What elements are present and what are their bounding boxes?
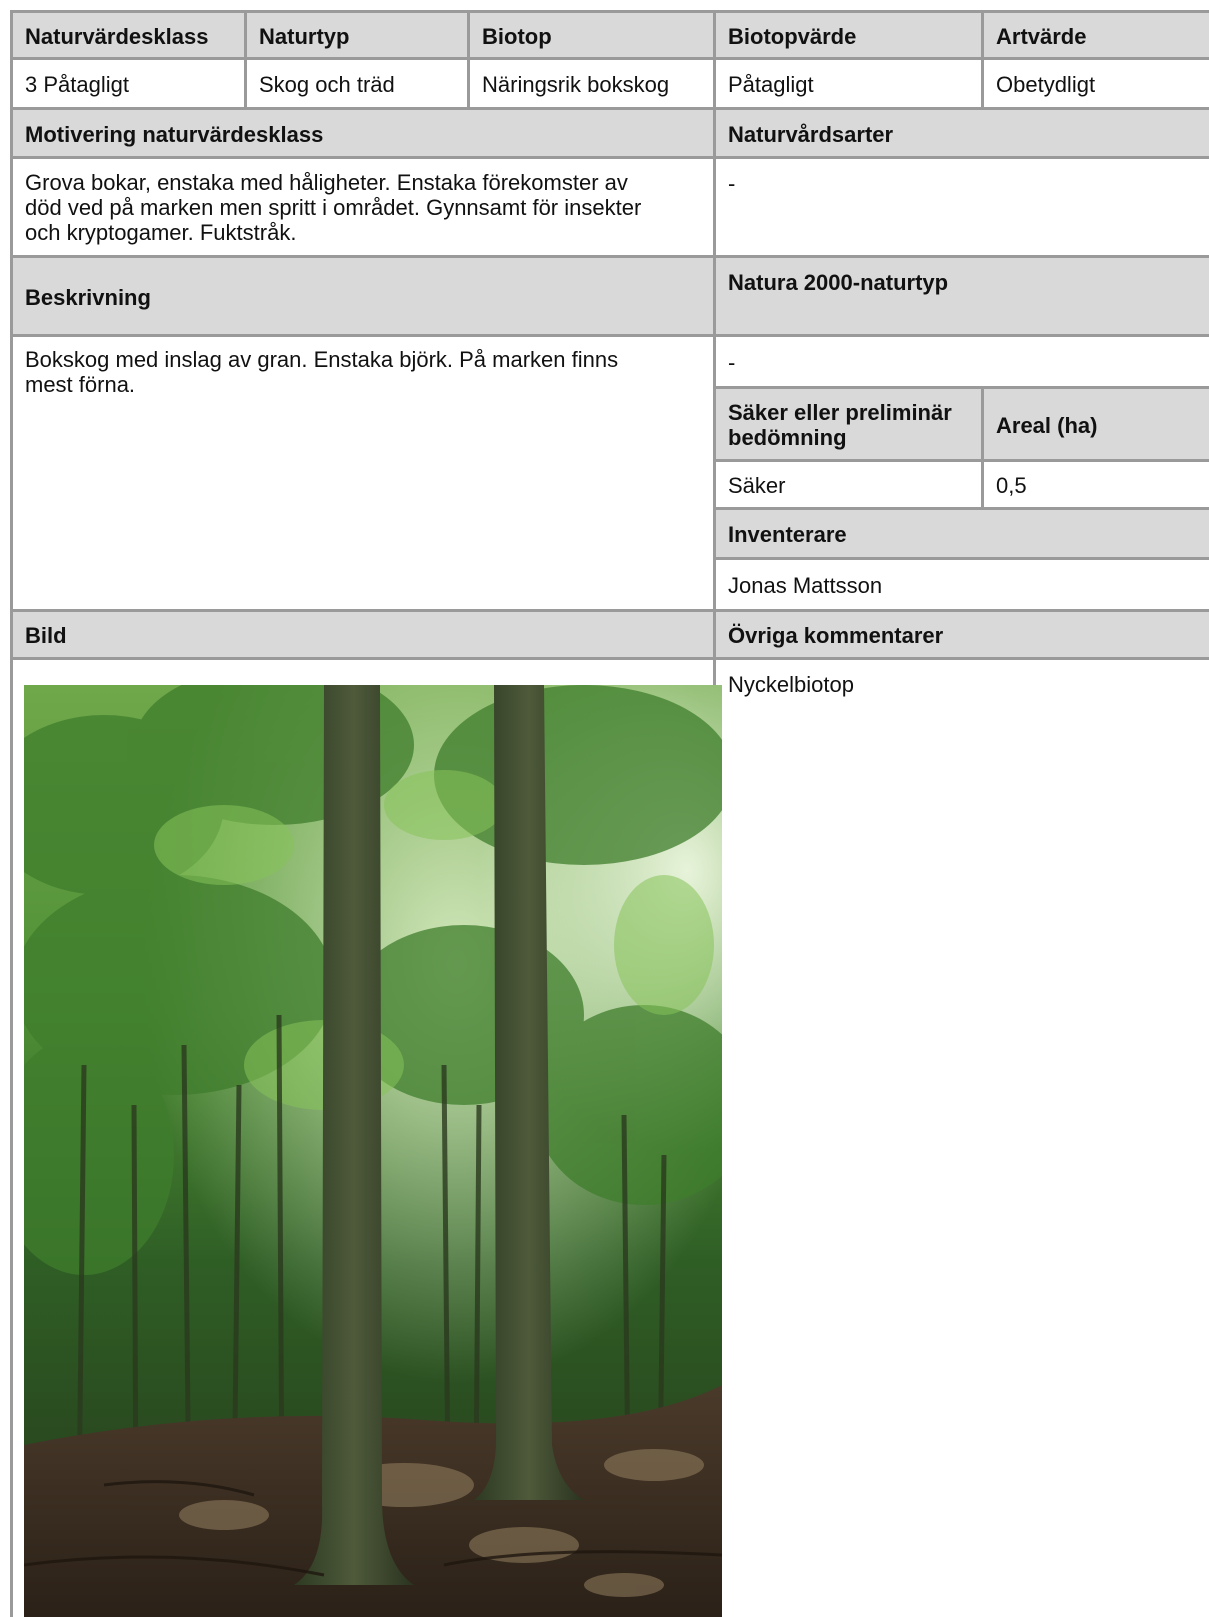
naturvardsarter-value: - bbox=[713, 156, 1209, 257]
header-natura2000: Natura 2000-naturtyp bbox=[713, 255, 1209, 336]
bedomning-value: Säker bbox=[713, 459, 983, 509]
value-naturtyp: Skog och träd bbox=[244, 57, 469, 109]
header-bild: Bild bbox=[10, 609, 715, 659]
value-biotopvarde: Påtagligt bbox=[713, 57, 983, 109]
header-artvarde: Artvärde bbox=[981, 10, 1209, 59]
header-areal: Areal (ha) bbox=[981, 386, 1209, 461]
beskrivning-text: Bokskog med inslag av gran. Enstaka björ… bbox=[10, 334, 715, 611]
header-bedomning: Säker eller preliminär bedömning bbox=[713, 386, 983, 461]
header-biotop: Biotop bbox=[467, 10, 715, 59]
forest-photo bbox=[24, 685, 722, 1617]
motivering-text: Grova bokar, enstaka med håligheter. Ens… bbox=[10, 156, 715, 257]
value-biotop: Näringsrik bokskog bbox=[467, 57, 715, 109]
habitat-assessment-sheet: Naturvärdesklass Naturtyp Biotop Biotopv… bbox=[0, 0, 1209, 1617]
header-motivering: Motivering naturvärdesklass bbox=[10, 107, 715, 158]
value-naturvardesklass: 3 Påtagligt bbox=[10, 57, 246, 109]
header-biotopvarde: Biotopvärde bbox=[713, 10, 983, 59]
header-ovriga-kommentarer: Övriga kommentarer bbox=[713, 609, 1209, 659]
ovriga-kommentarer-value: Nyckelbiotop bbox=[713, 657, 1209, 1617]
header-bedomning-label: Säker eller preliminär bedömning bbox=[728, 400, 952, 450]
value-artvarde: Obetydligt bbox=[981, 57, 1209, 109]
header-beskrivning: Beskrivning bbox=[10, 255, 715, 336]
beskrivning-text-content: Bokskog med inslag av gran. Enstaka björ… bbox=[25, 347, 619, 397]
inventerare-value: Jonas Mattsson bbox=[713, 557, 1209, 611]
areal-value: 0,5 bbox=[981, 459, 1209, 509]
header-naturvardesklass: Naturvärdesklass bbox=[10, 10, 246, 59]
motivering-text-content: Grova bokar, enstaka med håligheter. Ens… bbox=[25, 170, 642, 245]
header-naturtyp: Naturtyp bbox=[244, 10, 469, 59]
header-naturvardsarter: Naturvårdsarter bbox=[713, 107, 1209, 158]
header-inventerare: Inventerare bbox=[713, 507, 1209, 559]
natura2000-value: - bbox=[713, 334, 1209, 388]
